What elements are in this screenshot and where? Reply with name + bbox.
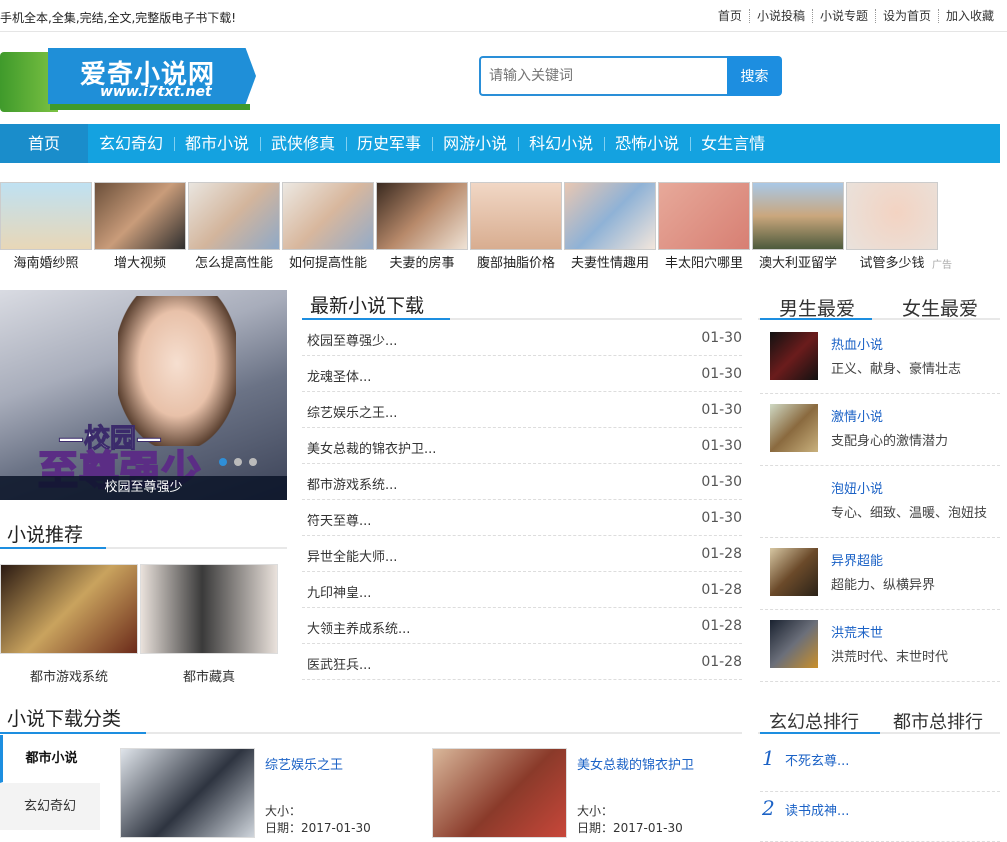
top-link-home[interactable]: 首页 bbox=[711, 9, 749, 23]
genre-image bbox=[770, 476, 818, 524]
slider-dots bbox=[212, 458, 257, 466]
ad-image bbox=[658, 182, 750, 250]
slider-dot[interactable] bbox=[234, 458, 242, 466]
site-logo[interactable]: 爱奇小说网 www.i7txt.net bbox=[0, 46, 262, 118]
featured-slider[interactable]: —校园— 至尊强少 bbox=[0, 290, 287, 500]
ranking-list: 1 不死玄尊... 2 读书成神... bbox=[760, 742, 1000, 842]
genre-image bbox=[770, 548, 818, 596]
tab-fantasy-ranking[interactable]: 玄幻总排行 bbox=[769, 708, 859, 734]
list-item[interactable]: 都市游戏系统... 01-30 bbox=[302, 464, 742, 500]
rank-number: 2 bbox=[762, 796, 775, 820]
list-item[interactable]: 大领主养成系统... 01-28 bbox=[302, 608, 742, 644]
category-book[interactable]: 美女总裁的锦衣护卫 大小： 日期：2017-01-30 bbox=[432, 748, 732, 838]
ad-item[interactable]: 丰太阳穴哪里 bbox=[658, 182, 750, 271]
latest-list: 校园至尊强少... 01-30 龙魂圣体... 01-30 综艺娱乐之王... 01-… bbox=[302, 320, 742, 680]
genre-list: 热血小说 正义、献身、豪情壮志 激情小说 支配身心的激情潜力 泡妞小说 专心、细… bbox=[760, 322, 1000, 682]
list-item[interactable]: 符天至尊... 01-30 bbox=[302, 500, 742, 536]
ad-image bbox=[282, 182, 374, 250]
slider-dot[interactable] bbox=[219, 458, 227, 466]
genre-item[interactable]: 泡妞小说 专心、细致、温暖、泡妞技 bbox=[760, 466, 1000, 538]
top-bar: 手机全本,全集,完结,全文,完整版电子书下载! 首页 小说投稿 小说专题 设为首… bbox=[0, 0, 1007, 32]
nav-scifi[interactable]: 科幻小说 bbox=[518, 124, 604, 163]
ad-item[interactable]: 海南婚纱照 bbox=[0, 182, 92, 271]
book-cover bbox=[120, 748, 255, 838]
ad-image bbox=[188, 182, 280, 250]
list-item[interactable]: 校园至尊强少... 01-30 bbox=[302, 320, 742, 356]
tab-male-favorite[interactable]: 男生最爱 bbox=[779, 294, 855, 321]
recommend-heading: 小说推荐 bbox=[7, 524, 84, 546]
recommend-book[interactable]: 都市游戏系统 bbox=[0, 564, 138, 685]
top-links: 首页 小说投稿 小说专题 设为首页 加入收藏 bbox=[711, 9, 1001, 23]
category-heading: 小说下载分类 bbox=[7, 708, 122, 730]
list-item[interactable]: 医武狂兵... 01-28 bbox=[302, 644, 742, 680]
slider-dot[interactable] bbox=[249, 458, 257, 466]
ad-image bbox=[564, 182, 656, 250]
site-slogan: 手机全本,全集,完结,全文,完整版电子书下载! bbox=[0, 11, 237, 25]
genre-item[interactable]: 异界超能 超能力、纵横异界 bbox=[760, 538, 1000, 610]
ad-image bbox=[752, 182, 844, 250]
nav-history[interactable]: 历史军事 bbox=[346, 124, 432, 163]
genre-item[interactable]: 洪荒末世 洪荒时代、末世时代 bbox=[760, 610, 1000, 682]
ad-strip: 海南婚纱照 增大视频 怎么提高性能 如何提高性能 夫妻的房事 腹部抽脂价格 夫妻… bbox=[0, 182, 1000, 272]
logo-url: www.i7txt.net bbox=[100, 84, 212, 100]
main-nav: 首页 玄幻奇幻 都市小说 武侠修真 历史军事 网游小说 科幻小说 恐怖小说 女生… bbox=[0, 124, 1000, 163]
genre-image bbox=[770, 620, 818, 668]
list-item[interactable]: 综艺娱乐之王... 01-30 bbox=[302, 392, 742, 428]
nav-wuxia[interactable]: 武侠修真 bbox=[260, 124, 346, 163]
ad-item[interactable]: 夫妻的房事 bbox=[376, 182, 468, 271]
category-book[interactable]: 综艺娱乐之王 大小： 日期：2017-01-30 bbox=[120, 748, 420, 838]
nav-game[interactable]: 网游小说 bbox=[432, 124, 518, 163]
top-link-favorite[interactable]: 加入收藏 bbox=[937, 9, 1001, 23]
search-box: 搜索 bbox=[479, 56, 782, 96]
book-cover bbox=[432, 748, 567, 838]
category-sidebar: 都市小说 玄幻奇幻 bbox=[0, 735, 100, 831]
ad-image bbox=[470, 182, 562, 250]
ranking-row[interactable]: 2 读书成神... bbox=[760, 792, 1000, 842]
latest-heading: 最新小说下载 bbox=[310, 295, 425, 317]
ad-item[interactable]: 怎么提高性能 bbox=[188, 182, 280, 271]
search-input[interactable] bbox=[479, 56, 729, 96]
ranking-tabs: 玄幻总排行 都市总排行 bbox=[758, 704, 1000, 734]
ad-item[interactable]: 试管多少钱 bbox=[846, 182, 938, 271]
list-item[interactable]: 九印神皇... 01-28 bbox=[302, 572, 742, 608]
category-tab-fantasy[interactable]: 玄幻奇幻 bbox=[0, 783, 100, 831]
tab-urban-ranking[interactable]: 都市总排行 bbox=[893, 708, 983, 734]
ranking-row[interactable]: 1 不死玄尊... bbox=[760, 742, 1000, 792]
ad-item[interactable]: 澳大利亚留学 bbox=[752, 182, 844, 271]
nav-urban[interactable]: 都市小说 bbox=[174, 124, 260, 163]
ad-item[interactable]: 增大视频 bbox=[94, 182, 186, 271]
slider-caption[interactable]: 校园至尊强少 bbox=[0, 476, 287, 500]
category-tab-urban[interactable]: 都市小说 bbox=[0, 735, 100, 783]
top-link-set-home[interactable]: 设为首页 bbox=[874, 9, 938, 23]
nav-home[interactable]: 首页 bbox=[0, 124, 88, 163]
book-cover bbox=[0, 564, 138, 654]
recommend-book[interactable]: 都市藏真 bbox=[140, 564, 278, 685]
list-item[interactable]: 异世全能大师... 01-28 bbox=[302, 536, 742, 572]
tab-female-favorite[interactable]: 女生最爱 bbox=[902, 294, 978, 321]
search-button[interactable]: 搜索 bbox=[727, 56, 782, 96]
ad-image bbox=[0, 182, 92, 250]
genre-item[interactable]: 热血小说 正义、献身、豪情壮志 bbox=[760, 322, 1000, 394]
list-item[interactable]: 美女总裁的锦衣护卫... 01-30 bbox=[302, 428, 742, 464]
ad-label: 广告 bbox=[932, 260, 952, 271]
list-item[interactable]: 龙魂圣体... 01-30 bbox=[302, 356, 742, 392]
ad-image bbox=[376, 182, 468, 250]
ad-image bbox=[846, 182, 938, 250]
genre-image bbox=[770, 404, 818, 452]
top-link-submit[interactable]: 小说投稿 bbox=[748, 9, 812, 23]
nav-horror[interactable]: 恐怖小说 bbox=[604, 124, 690, 163]
nav-romance[interactable]: 女生言情 bbox=[690, 124, 776, 163]
top-link-topics[interactable]: 小说专题 bbox=[811, 9, 875, 23]
rank-number: 1 bbox=[762, 746, 775, 770]
ad-item[interactable]: 夫妻性情趣用 bbox=[564, 182, 656, 271]
genre-image bbox=[770, 332, 818, 380]
genre-item[interactable]: 激情小说 支配身心的激情潜力 bbox=[760, 394, 1000, 466]
ad-item[interactable]: 腹部抽脂价格 bbox=[470, 182, 562, 271]
nav-fantasy[interactable]: 玄幻奇幻 bbox=[88, 124, 174, 163]
ad-image bbox=[94, 182, 186, 250]
ad-item[interactable]: 如何提高性能 bbox=[282, 182, 374, 271]
favorites-tabs: 男生最爱 女生最爱 bbox=[758, 290, 1000, 320]
book-cover bbox=[140, 564, 278, 654]
